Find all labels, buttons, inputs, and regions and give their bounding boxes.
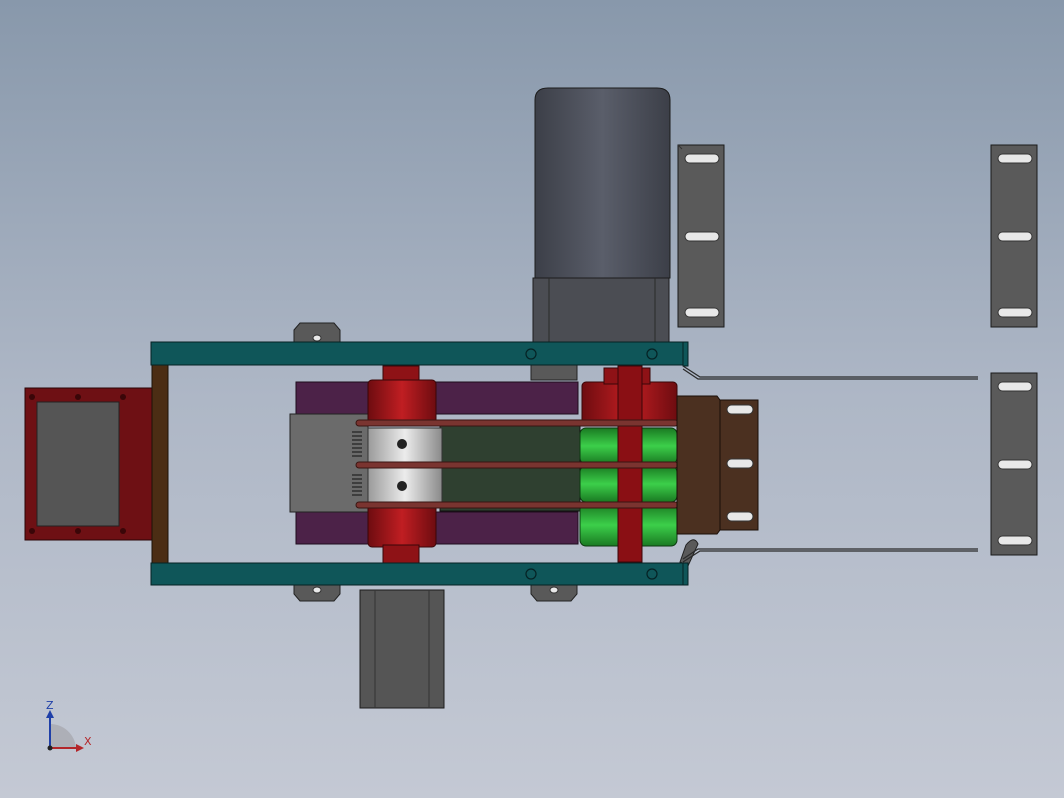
- brown-end-plate[interactable]: [151, 364, 169, 564]
- frame-rail-top[interactable]: [150, 341, 684, 366]
- frame-rail-bottom[interactable]: [150, 562, 684, 586]
- brown-mount-plate[interactable]: [676, 395, 759, 535]
- slotted-plate-2[interactable]: [990, 144, 1038, 328]
- triad-x-label: X: [84, 735, 92, 748]
- slotted-plate-3[interactable]: [990, 372, 1038, 556]
- coordinate-triad: [46, 710, 84, 752]
- bottom-gear-motor[interactable]: [359, 589, 445, 709]
- mount-bracket-right-bottom[interactable]: [530, 584, 578, 602]
- cad-viewport[interactable]: Z X: [0, 0, 1064, 798]
- assembly-drawing[interactable]: [0, 0, 1064, 798]
- purple-rail-top[interactable]: [295, 381, 579, 415]
- mount-bracket-left-bottom[interactable]: [293, 584, 341, 602]
- purple-rail-bottom[interactable]: [295, 511, 579, 545]
- slotted-plate-1[interactable]: [677, 144, 725, 328]
- hook-arm: [679, 539, 699, 567]
- top-drive-motor[interactable]: [532, 87, 671, 345]
- spring-upper: [352, 431, 362, 457]
- triad-z-label: Z: [46, 699, 54, 712]
- feed-hopper[interactable]: [24, 387, 154, 541]
